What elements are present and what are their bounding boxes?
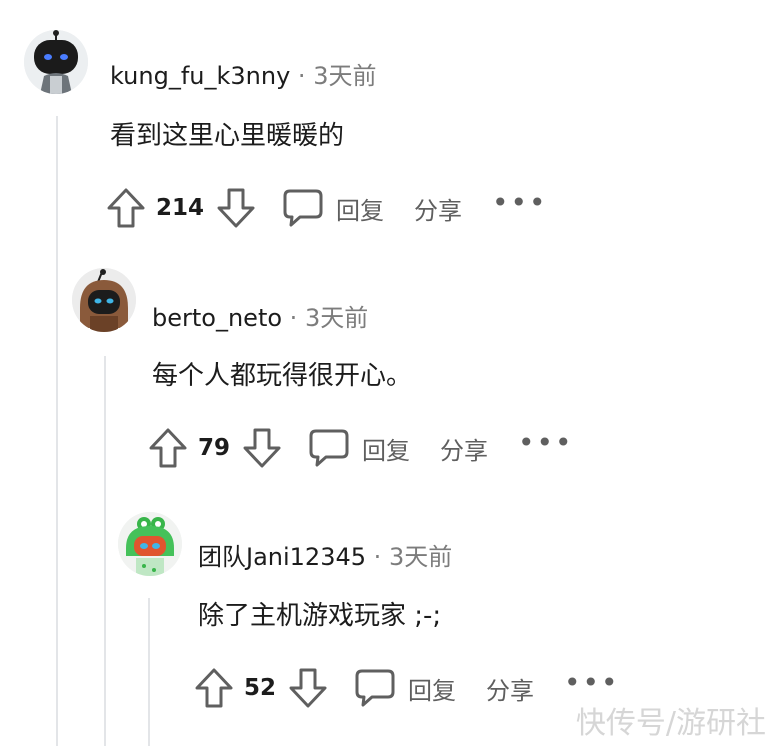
- upvote-button[interactable]: [148, 427, 188, 469]
- comment-bubble-icon: [309, 429, 349, 467]
- reply-button[interactable]: 回复: [308, 428, 410, 468]
- more-options-button[interactable]: •••: [518, 429, 574, 463]
- reply-button[interactable]: 回复: [282, 188, 384, 228]
- reply-label: 回复: [336, 196, 385, 225]
- frog-hat-avatar-icon: [118, 512, 182, 576]
- avatar[interactable]: [72, 268, 136, 332]
- downvote-button[interactable]: [242, 427, 282, 469]
- share-button[interactable]: 分享: [440, 431, 488, 466]
- comment-actions: 79 回复 分享 •••: [148, 424, 574, 472]
- thread-line[interactable]: [56, 116, 58, 746]
- upvote-button[interactable]: [106, 187, 146, 229]
- share-button[interactable]: 分享: [414, 191, 462, 226]
- username[interactable]: 团队Jani12345: [198, 543, 366, 571]
- downvote-arrow-icon: [289, 668, 327, 708]
- meta-separator: ·: [289, 304, 298, 332]
- timestamp[interactable]: 3天前: [313, 62, 376, 90]
- downvote-button[interactable]: [288, 667, 328, 709]
- avatar[interactable]: [118, 512, 182, 576]
- vote-score: 79: [198, 435, 231, 461]
- thread-line[interactable]: [148, 598, 150, 746]
- comment-actions: 52 回复 分享 •••: [194, 664, 620, 712]
- share-button[interactable]: 分享: [486, 671, 534, 706]
- timestamp[interactable]: 3天前: [305, 304, 368, 332]
- reply-button[interactable]: 回复: [354, 668, 456, 708]
- username[interactable]: berto_neto: [152, 304, 282, 332]
- comment-meta: 团队Jani12345 · 3天前: [198, 543, 452, 571]
- comment-actions: 214 回复 分享 •••: [106, 184, 548, 232]
- comment-text: 每个人都玩得很开心。: [152, 361, 413, 391]
- upvote-button[interactable]: [194, 667, 234, 709]
- username[interactable]: kung_fu_k3nny: [110, 62, 290, 90]
- more-options-button[interactable]: •••: [492, 189, 548, 223]
- avatar[interactable]: [24, 30, 88, 94]
- thread-line[interactable]: [104, 356, 106, 746]
- comment-bubble-icon: [355, 669, 395, 707]
- upvote-arrow-icon: [107, 188, 145, 228]
- robot-hood-avatar-icon: [72, 268, 136, 332]
- downvote-button[interactable]: [216, 187, 256, 229]
- reply-label: 回复: [362, 436, 411, 465]
- vote-score: 52: [244, 675, 277, 701]
- meta-separator: ·: [373, 543, 382, 571]
- comment-meta: berto_neto · 3天前: [152, 304, 368, 332]
- upvote-arrow-icon: [195, 668, 233, 708]
- timestamp[interactable]: 3天前: [389, 543, 452, 571]
- upvote-arrow-icon: [149, 428, 187, 468]
- meta-separator: ·: [297, 62, 306, 90]
- comment-text: 除了主机游戏玩家 ;-;: [198, 601, 442, 631]
- downvote-arrow-icon: [243, 428, 281, 468]
- robot-avatar-icon: [24, 30, 88, 94]
- reply-label: 回复: [408, 676, 457, 705]
- comment-bubble-icon: [283, 189, 323, 227]
- comment-text: 看到这里心里暖暖的: [110, 121, 345, 151]
- watermark: 快传号/游研社: [575, 706, 766, 741]
- downvote-arrow-icon: [217, 188, 255, 228]
- comment-meta: kung_fu_k3nny · 3天前: [110, 62, 376, 90]
- vote-score: 214: [156, 195, 205, 221]
